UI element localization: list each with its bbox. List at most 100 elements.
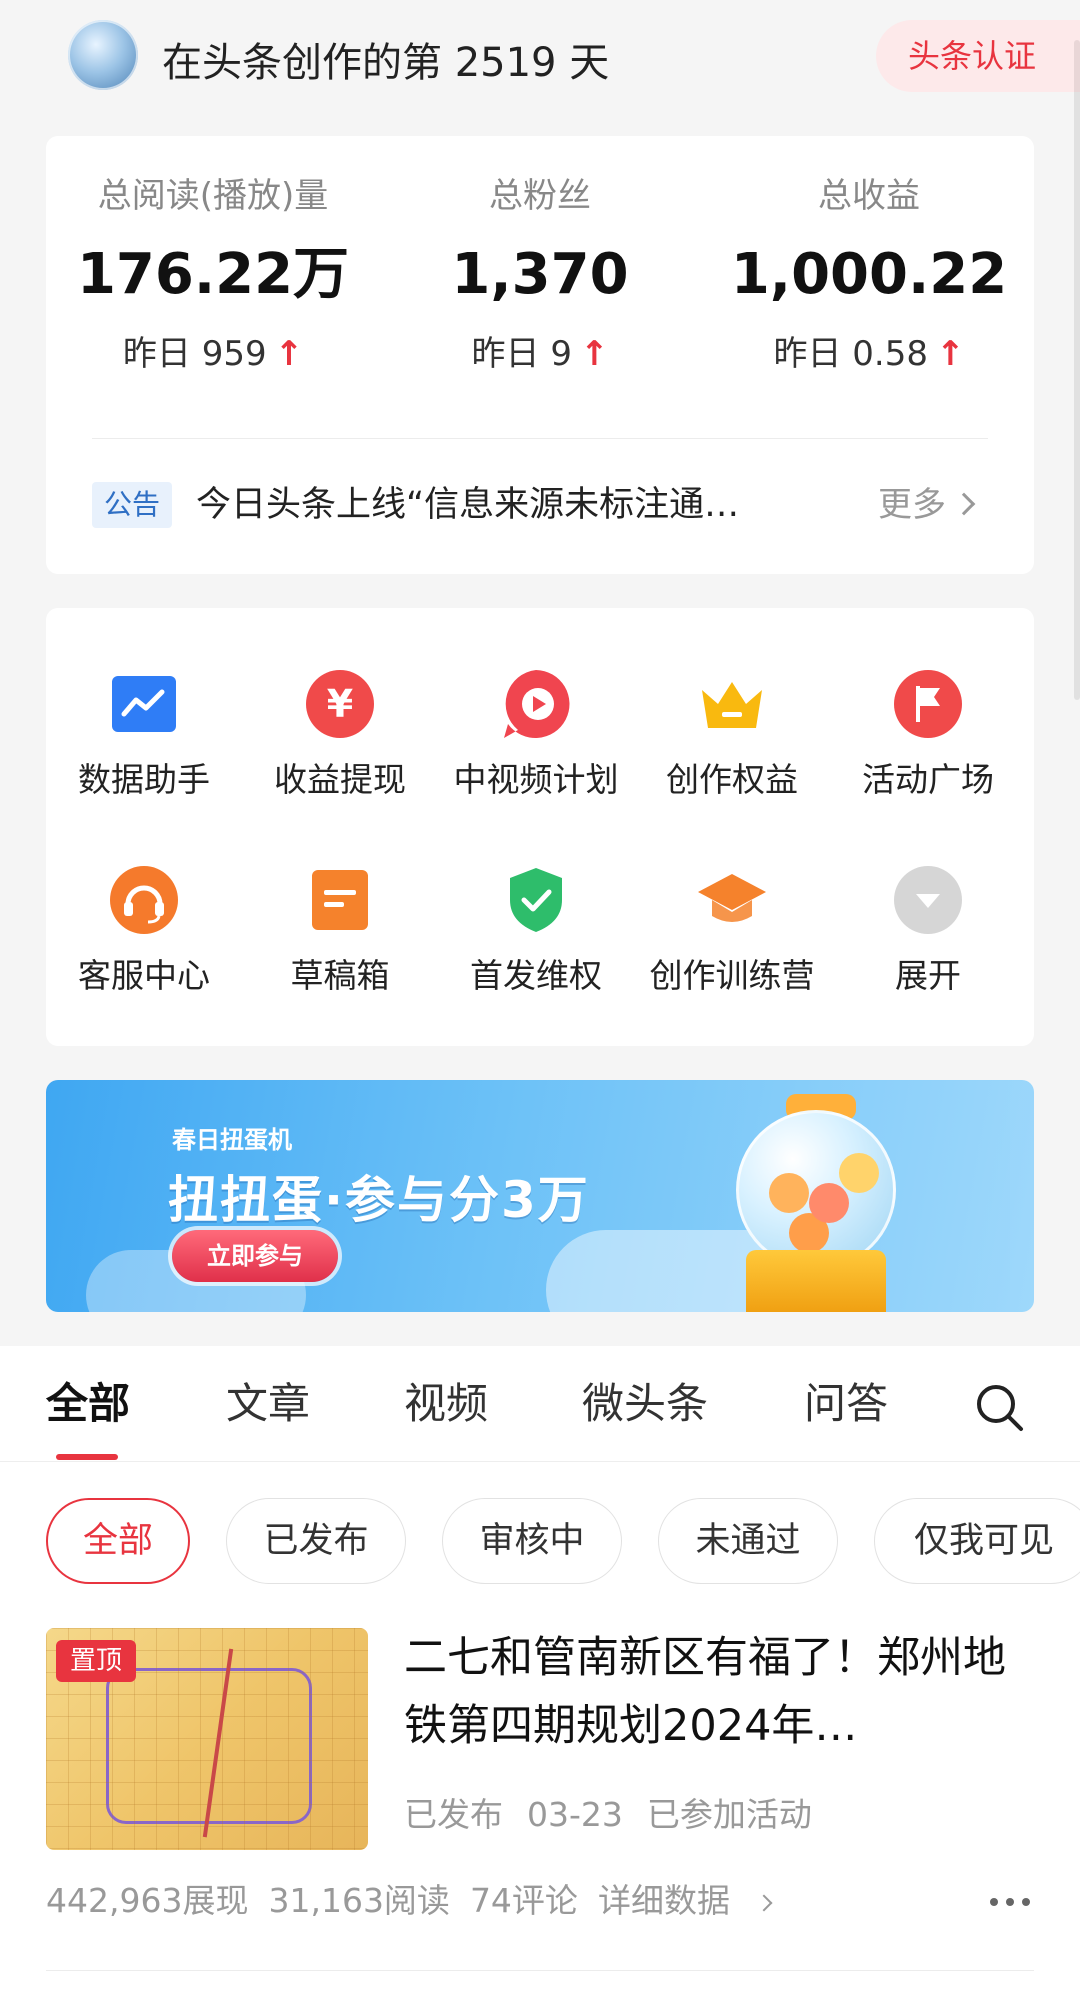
- tab-micro-posts[interactable]: 微头条: [582, 1376, 708, 1432]
- tool-label: 首发维权: [470, 956, 602, 995]
- stat-label: 总收益: [818, 176, 920, 216]
- tools-card: 数据助手 ¥ 收益提现 中视频计划 创作权益 活动广场 客服中心 草稿箱 首发维…: [46, 608, 1034, 1046]
- content-list: 全部 已发布 审核中 未通过 仅我可见 置顶 二七和管南新区有福了！郑州地铁第四…: [0, 1462, 1080, 1994]
- tab-qa[interactable]: 问答: [804, 1376, 888, 1432]
- filter-all[interactable]: 全部: [46, 1498, 190, 1584]
- tool-label: 数据助手: [78, 760, 210, 799]
- tab-videos[interactable]: 视频: [404, 1376, 488, 1432]
- article-stats: 442,963展现 31,163阅读 74评论 详细数据: [46, 1876, 810, 1926]
- header: 在头条创作的第 2519 天 头条认证: [0, 0, 1080, 120]
- notice-tag: 公告: [92, 482, 172, 528]
- stat-delta: 昨日 0.58 ↑: [704, 332, 1034, 376]
- detail-label: 详细数据: [597, 1881, 730, 1920]
- scrollbar[interactable]: [1074, 40, 1080, 700]
- draft-icon: [304, 864, 376, 936]
- tool-drafts[interactable]: 草稿箱: [242, 864, 438, 998]
- delta-value: 9: [550, 334, 572, 374]
- stats-card: 总阅读(播放)量 176.22万 昨日 959 ↑ 总粉丝 1,370 昨日 9 ↑…: [46, 136, 1034, 574]
- tool-expand[interactable]: 展开: [830, 864, 1026, 998]
- reads-count: 31,163阅读: [268, 1881, 450, 1920]
- pinned-badge: 置顶: [56, 1640, 136, 1682]
- flag-icon: [892, 668, 964, 740]
- divider: [92, 438, 988, 439]
- detail-data-link[interactable]: 详细数据: [598, 1881, 790, 1920]
- impressions-count: 442,963展现: [46, 1881, 249, 1920]
- content-tabs: 全部 文章 视频 微头条 问答: [0, 1346, 1080, 1462]
- tab-articles[interactable]: 文章: [226, 1376, 310, 1432]
- filter-published[interactable]: 已发布: [226, 1498, 406, 1584]
- article-activity: 已参加活动: [646, 1795, 812, 1834]
- arrow-up-icon: ↑: [274, 334, 304, 374]
- creation-days-title: 在头条创作的第 2519 天: [162, 40, 610, 86]
- chart-icon: [108, 668, 180, 740]
- divider: [46, 1970, 1034, 1971]
- stat-value: 1,000.22: [730, 242, 1008, 307]
- yuan-icon: ¥: [304, 668, 376, 740]
- search-icon[interactable]: [974, 1382, 1024, 1432]
- chevron-right-icon: [755, 1894, 773, 1912]
- delta-label: 昨日: [122, 334, 191, 374]
- article-title[interactable]: 二七和管南新区有福了！郑州地铁第四期规划2024年…: [404, 1624, 1024, 1760]
- join-now-button[interactable]: 立即参与: [172, 1230, 338, 1282]
- tool-data-assistant[interactable]: 数据助手: [46, 668, 242, 802]
- article-thumbnail[interactable]: 置顶: [46, 1628, 368, 1850]
- promo-banner[interactable]: 春日扭蛋机 扭扭蛋·参与分3万 立即参与: [46, 1080, 1034, 1312]
- stat-value: 1,370: [451, 242, 629, 307]
- arrow-up-icon: ↑: [936, 334, 965, 374]
- more-options-icon[interactable]: [986, 1882, 1034, 1922]
- notice-text[interactable]: 今日头条上线“信息来源未标注通知”…: [196, 478, 756, 532]
- tool-label: 展开: [895, 956, 961, 995]
- stat-total-income[interactable]: 总收益 1,000.22 昨日 0.58 ↑: [704, 172, 1034, 376]
- tool-label: 中视频计划: [453, 760, 619, 799]
- stat-label: 总粉丝: [489, 176, 591, 216]
- stat-label: 总阅读(播放)量: [97, 176, 329, 216]
- headset-icon: [108, 864, 180, 936]
- delta-value: 0.58: [852, 334, 928, 374]
- tool-label: 草稿箱: [290, 956, 390, 995]
- article-meta: 已发布 03-23 已参加活动: [404, 1790, 836, 1840]
- banner-title: 扭扭蛋·参与分3万: [168, 1171, 590, 1229]
- banner-subtitle: 春日扭蛋机: [172, 1126, 292, 1154]
- tool-original-protection[interactable]: 首发维权: [438, 864, 634, 998]
- tool-label: 创作权益: [666, 760, 798, 799]
- more-label: 更多: [878, 485, 946, 525]
- toutiao-verify-button[interactable]: 头条认证: [876, 20, 1080, 92]
- tool-label: 活动广场: [862, 760, 994, 799]
- tool-customer-service[interactable]: 客服中心: [46, 864, 242, 998]
- stat-total-reads[interactable]: 总阅读(播放)量 176.22万 昨日 959 ↑: [48, 172, 378, 376]
- stat-total-fans[interactable]: 总粉丝 1,370 昨日 9 ↑: [375, 172, 705, 376]
- comments-count: 74评论: [469, 1881, 578, 1920]
- stat-delta: 昨日 9 ↑: [375, 332, 705, 376]
- gacha-machine-illustration: [736, 1110, 896, 1270]
- article-status: 已发布: [404, 1795, 503, 1834]
- arrow-up-icon: ↑: [579, 334, 609, 374]
- filter-rejected[interactable]: 未通过: [658, 1498, 838, 1584]
- tool-label: 收益提现: [274, 760, 406, 799]
- play-icon: [500, 668, 572, 740]
- expand-icon: [892, 864, 964, 936]
- active-tab-indicator: [56, 1454, 118, 1460]
- tab-all[interactable]: 全部: [46, 1376, 130, 1432]
- filter-reviewing[interactable]: 审核中: [442, 1498, 622, 1584]
- crown-icon: [696, 668, 768, 740]
- delta-label: 昨日: [471, 334, 540, 374]
- notice-more-link[interactable]: 更多: [878, 478, 976, 532]
- chevron-right-icon: [952, 492, 976, 516]
- tool-label: 客服中心: [78, 956, 210, 995]
- tool-income-withdraw[interactable]: ¥ 收益提现: [242, 668, 438, 802]
- graduation-cap-icon: [696, 864, 768, 936]
- article-date: 03-23: [527, 1795, 623, 1834]
- gacha-machine-illustration: [746, 1250, 886, 1312]
- avatar[interactable]: [68, 20, 138, 90]
- tool-mid-video-plan[interactable]: 中视频计划: [438, 668, 634, 802]
- delta-value: 959: [201, 334, 267, 374]
- tool-label: 创作训练营: [649, 956, 815, 995]
- tool-training-camp[interactable]: 创作训练营: [634, 864, 830, 998]
- tool-creator-rights[interactable]: 创作权益: [634, 668, 830, 802]
- delta-label: 昨日: [773, 334, 842, 374]
- svg-text:¥: ¥: [327, 682, 353, 726]
- stat-value: 176.22万: [76, 242, 350, 307]
- shield-check-icon: [500, 864, 572, 936]
- filter-private[interactable]: 仅我可见: [874, 1498, 1080, 1584]
- tool-activity-square[interactable]: 活动广场: [830, 668, 1026, 802]
